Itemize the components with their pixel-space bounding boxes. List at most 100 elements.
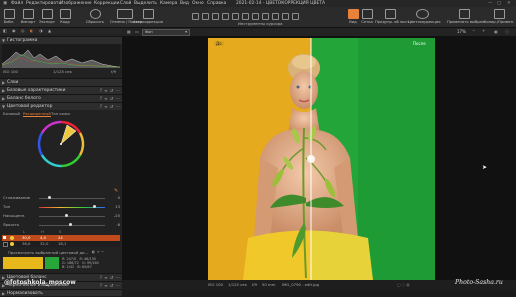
close-icon[interactable]: ✕ xyxy=(507,0,511,7)
menu-camera[interactable]: Камера xyxy=(160,0,177,7)
auto-adjust-button[interactable]: Автокоррекция xyxy=(132,8,164,24)
hue-slider[interactable]: Тон 13 xyxy=(3,204,120,210)
slider-knob[interactable] xyxy=(65,214,68,217)
split-handle[interactable] xyxy=(307,155,315,163)
minimize-icon[interactable]: — xyxy=(488,0,492,7)
color-correction-button[interactable]: Цветокоррекция xyxy=(408,8,441,24)
menu-file[interactable]: Файл xyxy=(11,0,23,7)
smoothing-slider[interactable]: Сглаживание 0 xyxy=(3,195,120,201)
apply-selected-button[interactable]: Применить выбран. xyxy=(447,8,485,24)
status-focal: 50 mm xyxy=(262,282,276,287)
exif-iso: ISO 100 xyxy=(3,69,18,74)
panel-tab-capture[interactable]: ◉ xyxy=(12,28,16,33)
menu-help[interactable]: Справка xyxy=(207,0,226,7)
crop-tool-icon[interactable] xyxy=(212,13,219,20)
lightness-slider[interactable]: Яркость -6 xyxy=(3,222,120,228)
hue-selection-wedge[interactable] xyxy=(60,124,77,145)
section-color-editor[interactable]: ▼ Цветовой редактор ? ≡ ↺ ⋯ xyxy=(0,102,122,110)
glasses-icon xyxy=(415,9,429,19)
status-icons[interactable]: ▢ ◌ ◍ xyxy=(397,280,410,290)
grid-icon xyxy=(361,9,373,19)
section-base-characteristics[interactable]: ▶ Базовые характеристики ? ≡ ↺ ⋯ xyxy=(0,86,122,94)
heal-tool-icon[interactable] xyxy=(262,13,269,20)
view-button[interactable]: Вид xyxy=(346,8,360,24)
import-button[interactable]: Импорт xyxy=(20,8,36,24)
annotate-tool-icon[interactable] xyxy=(282,13,289,20)
tab-skin-tone[interactable]: Тон кожи xyxy=(51,111,70,116)
grid-button[interactable]: Сетка xyxy=(360,8,374,24)
export-button[interactable]: Экспорт xyxy=(38,8,56,24)
picker-tool-icon[interactable] xyxy=(272,13,279,20)
color-range-row[interactable]: 36,0 32,0 18,1 xyxy=(2,241,120,247)
section-controls[interactable]: ? ≡ ↺ ⋯ xyxy=(100,95,120,102)
menu-window[interactable]: Окно xyxy=(192,0,204,7)
copy-apply-icon xyxy=(493,9,505,19)
slider-knob[interactable] xyxy=(48,196,51,199)
single-view-icon[interactable]: ▭ xyxy=(135,29,139,34)
menu-adjustments[interactable]: Коррекции xyxy=(94,0,119,7)
menu-view[interactable]: Вид xyxy=(180,0,189,7)
color-range-table-header: L H S xyxy=(23,229,62,234)
fit-icon[interactable]: ▣ xyxy=(494,29,498,34)
tab-advanced[interactable]: Расширенный xyxy=(23,111,51,117)
viewer-subbar: ▦ ▭ Фон ▾ 17% − + ▣ ⓘ xyxy=(122,28,516,36)
range-checkbox[interactable] xyxy=(3,242,8,247)
watermark-right: Photo-Sasha.ru xyxy=(455,279,503,286)
menu-layer[interactable]: Слой xyxy=(120,0,131,7)
menu-bar: ▣ Файл Редактировать Изображение Коррекц… xyxy=(0,0,516,7)
menu-image[interactable]: Изображение xyxy=(60,0,92,7)
menu-select[interactable]: Выделить xyxy=(134,0,157,7)
menu-edit[interactable]: Редактировать xyxy=(26,0,61,7)
section-controls[interactable]: ? ≡ ↺ ⋯ xyxy=(100,274,120,281)
zoom-level[interactable]: 17% xyxy=(457,29,466,34)
section-white-balance[interactable]: ▶ Баланс белого ? ≡ ↺ ⋯ xyxy=(0,94,122,102)
app-icon: ▣ xyxy=(3,1,8,6)
color-wheel[interactable] xyxy=(36,119,86,169)
section-layers[interactable]: ▶ Слои xyxy=(0,78,122,86)
tab-basic[interactable]: Базовый xyxy=(3,111,20,116)
histogram-header[interactable]: ▼ Гистограмма xyxy=(0,36,122,44)
erase-tool-icon[interactable] xyxy=(252,13,259,20)
crop-button[interactable]: Кадр xyxy=(58,8,72,24)
section-controls[interactable]: ? ≡ ↺ ⋯ xyxy=(100,103,120,110)
pan-tool-icon[interactable] xyxy=(192,13,199,20)
panel-tab-lens[interactable]: ◎ xyxy=(21,28,25,33)
color-editor-tabs: Базовый Расширенный Тон кожи xyxy=(2,111,120,117)
mask-tool-icon[interactable] xyxy=(242,13,249,20)
zoom-in-icon[interactable]: + xyxy=(482,28,485,33)
zoom-tool-icon[interactable] xyxy=(202,13,209,20)
section-normalize[interactable]: ▶ Нормализовать xyxy=(0,289,122,296)
section-controls[interactable]: ? ≡ ↺ ⋯ xyxy=(100,87,120,94)
zoom-out-icon[interactable]: − xyxy=(472,28,475,33)
saturation-slider[interactable]: Насыщенн. -20 xyxy=(3,213,120,219)
info-icon[interactable]: ⓘ xyxy=(505,29,509,35)
before-label: До xyxy=(214,41,224,46)
keystone-tool-icon[interactable] xyxy=(232,13,239,20)
exposure-warning-button[interactable]: Предупр. об эксп. xyxy=(375,8,410,24)
import-icon xyxy=(22,9,34,19)
reset-button[interactable]: Сбросить xyxy=(84,8,106,24)
section-controls[interactable]: ? ≡ ↺ ⋯ xyxy=(100,282,120,289)
slider-knob[interactable] xyxy=(93,205,96,208)
range-add-icons[interactable]: ◐ + − xyxy=(92,249,104,254)
window-title: 2021-02-14 - ЦВЕТОКОРРЕКЦИЯ ЦВЕТА xyxy=(236,1,326,6)
copy-apply-button[interactable]: Копир./Примен. xyxy=(482,8,516,24)
panel-tab-details[interactable]: ▲ xyxy=(48,28,51,33)
panel-tab-color[interactable]: ◐ xyxy=(30,28,34,33)
panel-tab-exposure[interactable]: ◑ xyxy=(39,28,43,33)
before-swatch xyxy=(3,257,43,269)
eyedropper-icon[interactable]: ✎ xyxy=(114,188,118,194)
photo-before-after[interactable] xyxy=(208,38,435,280)
preset-selector[interactable]: Фон ▾ xyxy=(142,29,190,36)
range-checkbox[interactable] xyxy=(3,236,6,239)
mouse-cursor-icon: ➤ xyxy=(482,164,488,171)
thumbnails-icon[interactable]: ▦ xyxy=(127,29,131,34)
expand-icon: ▶ xyxy=(2,96,6,101)
rotate-tool-icon[interactable] xyxy=(222,13,229,20)
slider-knob[interactable] xyxy=(69,223,72,226)
wb-picker-tool-icon[interactable] xyxy=(292,13,299,20)
panel-tab-library[interactable]: ◧ xyxy=(3,28,7,33)
maximize-icon[interactable]: □ xyxy=(497,0,501,7)
preview-selected-color-range[interactable]: Просмотреть выбранный цветовой ди... xyxy=(8,250,88,255)
library-button[interactable]: Библ. xyxy=(2,8,16,24)
